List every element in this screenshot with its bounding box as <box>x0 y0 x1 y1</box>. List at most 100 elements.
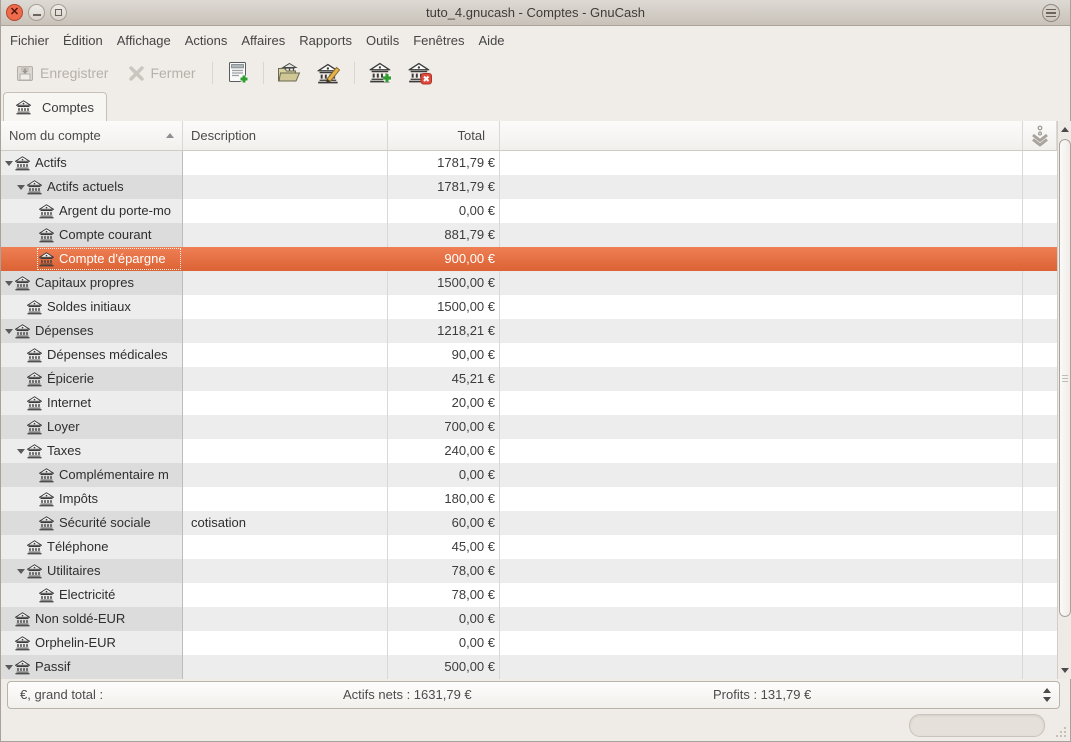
account-name-label: Compte d'épargne <box>59 247 166 271</box>
row-filler <box>500 559 1023 583</box>
row-picker-filler <box>1023 319 1057 343</box>
menu-item-affaires[interactable]: Affaires <box>234 26 292 56</box>
expander-icon[interactable] <box>3 161 15 166</box>
expander-icon[interactable] <box>3 281 15 286</box>
expander-icon[interactable] <box>3 665 15 670</box>
account-row[interactable]: Passif500,00 € <box>1 655 1057 679</box>
close-tab-button[interactable]: Fermer <box>122 62 201 85</box>
account-row[interactable]: Sécurité socialecotisation60,00 € <box>1 511 1057 535</box>
account-row[interactable]: Compte courant881,79 € <box>1 223 1057 247</box>
account-name-cell: Dépenses médicales <box>1 343 183 367</box>
account-row[interactable]: Capitaux propres1500,00 € <box>1 271 1057 295</box>
menu-item-actions[interactable]: Actions <box>178 26 235 56</box>
account-total: 180,00 € <box>388 487 500 511</box>
account-name-cell: Actifs <box>1 151 183 175</box>
bank-icon <box>15 612 30 627</box>
row-filler <box>500 247 1023 271</box>
row-picker-filler <box>1023 559 1057 583</box>
scroll-up-icon[interactable] <box>1058 121 1071 138</box>
expander-icon[interactable] <box>15 449 27 454</box>
account-name-cell: Actifs actuels <box>1 175 183 199</box>
menu-item-edition[interactable]: Édition <box>56 26 110 56</box>
account-description <box>183 391 388 415</box>
menu-item-rapports[interactable]: Rapports <box>292 26 359 56</box>
account-name-cell: Capitaux propres <box>1 271 183 295</box>
account-row[interactable]: Orphelin-EUR0,00 € <box>1 631 1057 655</box>
spinner-down-icon[interactable] <box>1043 697 1051 702</box>
account-name-label: Dépenses <box>35 319 94 343</box>
vertical-scrollbar[interactable] <box>1057 121 1071 679</box>
summary-spinner[interactable] <box>1043 682 1051 708</box>
close-tab-icon <box>128 65 145 82</box>
edit-account-button[interactable] <box>309 57 348 89</box>
account-row[interactable]: Loyer700,00 € <box>1 415 1057 439</box>
row-picker-filler <box>1023 151 1057 175</box>
column-header-description[interactable]: Description <box>183 121 388 150</box>
account-description <box>183 583 388 607</box>
account-row[interactable]: Actifs actuels1781,79 € <box>1 175 1057 199</box>
menu-item-outils[interactable]: Outils <box>359 26 406 56</box>
account-row[interactable]: Épicerie45,21 € <box>1 367 1057 391</box>
account-row[interactable]: Internet20,00 € <box>1 391 1057 415</box>
account-row[interactable]: Dépenses médicales 90,00 € <box>1 343 1057 367</box>
account-row[interactable]: Dépenses1218,21 € <box>1 319 1057 343</box>
tab-comptes[interactable]: Comptes <box>3 92 107 121</box>
open-account-button[interactable] <box>270 57 309 89</box>
row-picker-filler <box>1023 295 1057 319</box>
account-row[interactable]: Impôts 180,00 € <box>1 487 1057 511</box>
account-row[interactable]: Non soldé-EUR0,00 € <box>1 607 1057 631</box>
statusbar <box>1 711 1070 741</box>
menu-item-fenetres[interactable]: Fenêtres <box>406 26 471 56</box>
row-filler <box>500 199 1023 223</box>
row-picker-filler <box>1023 175 1057 199</box>
row-picker-filler <box>1023 247 1057 271</box>
account-name-label: Taxes <box>47 439 81 463</box>
open-account-icon <box>276 60 303 86</box>
account-description <box>183 247 388 271</box>
account-row[interactable]: Utilitaires78,00 € <box>1 559 1057 583</box>
account-total: 20,00 € <box>388 391 500 415</box>
column-picker-button[interactable] <box>1023 121 1057 150</box>
account-row[interactable]: Electricité78,00 € <box>1 583 1057 607</box>
expander-icon[interactable] <box>15 569 27 574</box>
bank-icon <box>39 492 54 507</box>
menu-item-aide[interactable]: Aide <box>472 26 512 56</box>
account-description <box>183 559 388 583</box>
spinner-up-icon[interactable] <box>1043 688 1051 693</box>
row-picker-filler <box>1023 463 1057 487</box>
account-total: 60,00 € <box>388 511 500 535</box>
resize-grip-icon[interactable] <box>1052 723 1068 739</box>
new-account-button[interactable] <box>361 57 400 89</box>
account-description <box>183 439 388 463</box>
account-name-cell: Orphelin-EUR <box>1 631 183 655</box>
delete-account-button[interactable] <box>400 57 439 89</box>
scroll-down-icon[interactable] <box>1058 662 1071 679</box>
account-row[interactable]: Soldes initiaux1500,00 € <box>1 295 1057 319</box>
account-row[interactable]: Téléphone45,00 € <box>1 535 1057 559</box>
row-picker-filler <box>1023 487 1057 511</box>
column-header-total[interactable]: Total <box>388 121 500 150</box>
scrollbar-thumb[interactable] <box>1059 139 1071 617</box>
account-row[interactable]: Compte d'épargne900,00 € <box>1 247 1057 271</box>
save-button[interactable]: Enregistrer <box>9 60 114 86</box>
new-invoice-button[interactable] <box>219 57 257 89</box>
account-total: 90,00 € <box>388 343 500 367</box>
account-row[interactable]: Argent du porte-mo0,00 € <box>1 199 1057 223</box>
account-row[interactable]: Taxes240,00 € <box>1 439 1057 463</box>
account-row[interactable]: Actifs1781,79 € <box>1 151 1057 175</box>
expander-icon[interactable] <box>3 329 15 334</box>
progress-bar <box>909 714 1045 737</box>
account-name-label: Épicerie <box>47 367 94 391</box>
gnucash-window: ✕ tuto_4.gnucash - Comptes - GnuCash Fic… <box>0 0 1071 742</box>
app-menu-icon[interactable] <box>1042 4 1060 22</box>
toolbar-separator <box>354 62 355 84</box>
bank-icon <box>15 324 30 339</box>
account-name-label: Impôts <box>59 487 98 511</box>
bank-icon <box>39 204 54 219</box>
account-row[interactable]: Complémentaire m0,00 € <box>1 463 1057 487</box>
menu-item-affichage[interactable]: Affichage <box>110 26 178 56</box>
account-total: 45,00 € <box>388 535 500 559</box>
expander-icon[interactable] <box>15 185 27 190</box>
menu-item-fichier[interactable]: Fichier <box>3 26 56 56</box>
column-header-name[interactable]: Nom du compte <box>1 121 183 150</box>
